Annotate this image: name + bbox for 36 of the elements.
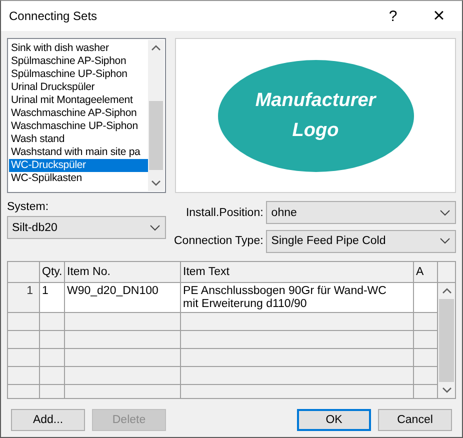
list-item[interactable]: Urinal Druckspüler bbox=[9, 81, 148, 94]
dropdown-field[interactable]: Silt-db20 bbox=[7, 216, 166, 239]
list-item[interactable]: Spülmaschine UP-Siphon bbox=[9, 68, 148, 81]
logo-text: Logo bbox=[292, 118, 339, 142]
list-item[interactable]: WC-Druckspüler bbox=[9, 159, 148, 172]
window-title: Connecting Sets bbox=[9, 9, 98, 23]
dropdown-field[interactable]: ohne bbox=[266, 201, 456, 224]
dropdown-caret-icon bbox=[150, 224, 160, 230]
field-label: Connection Type: bbox=[174, 235, 264, 248]
field-label: System: bbox=[7, 201, 50, 213]
dropdown-field[interactable]: Single Feed Pipe Cold bbox=[266, 230, 456, 253]
list-item[interactable]: Washstand with main site pa bbox=[9, 146, 148, 159]
dialog-button[interactable]: OK bbox=[297, 409, 371, 431]
table-cell bbox=[414, 283, 438, 313]
list-item[interactable]: WC-Spülkasten bbox=[9, 172, 148, 185]
connecting-sets-list[interactable] bbox=[7, 38, 166, 193]
dialog-button[interactable]: Add... bbox=[11, 409, 85, 431]
table-cell: PE Anschlussbogen 90Gr für Wand-WC mit Erweiterung d110/90 bbox=[181, 283, 414, 313]
list-item[interactable]: Waschmaschine AP-Siphon bbox=[9, 107, 148, 120]
table-cell: 1 bbox=[40, 283, 65, 313]
dropdown-caret-icon bbox=[440, 210, 450, 216]
list-item[interactable]: Sink with dish washer bbox=[9, 42, 148, 55]
field-label: Install.Position: bbox=[186, 206, 264, 219]
list-item[interactable]: Spülmaschine AP-Siphon bbox=[9, 55, 148, 68]
dropdown-caret-icon bbox=[440, 238, 450, 244]
row-number: 1 bbox=[8, 283, 40, 313]
table-cell: W90_d20_DN100 bbox=[65, 283, 181, 313]
list-item[interactable]: Urinal mit Montageelement bbox=[9, 94, 148, 107]
help-button[interactable]: ? bbox=[370, 1, 416, 31]
list-item[interactable]: Waschmaschine UP-Siphon bbox=[9, 120, 148, 133]
close-button[interactable]: × bbox=[416, 1, 462, 31]
dialog-button[interactable]: Cancel bbox=[378, 409, 452, 431]
logo-text: Manufacturer bbox=[255, 88, 376, 112]
list-item[interactable]: Wash stand bbox=[9, 133, 148, 146]
scrollbar-thumb[interactable] bbox=[149, 101, 163, 170]
scrollbar-thumb[interactable] bbox=[439, 299, 454, 382]
